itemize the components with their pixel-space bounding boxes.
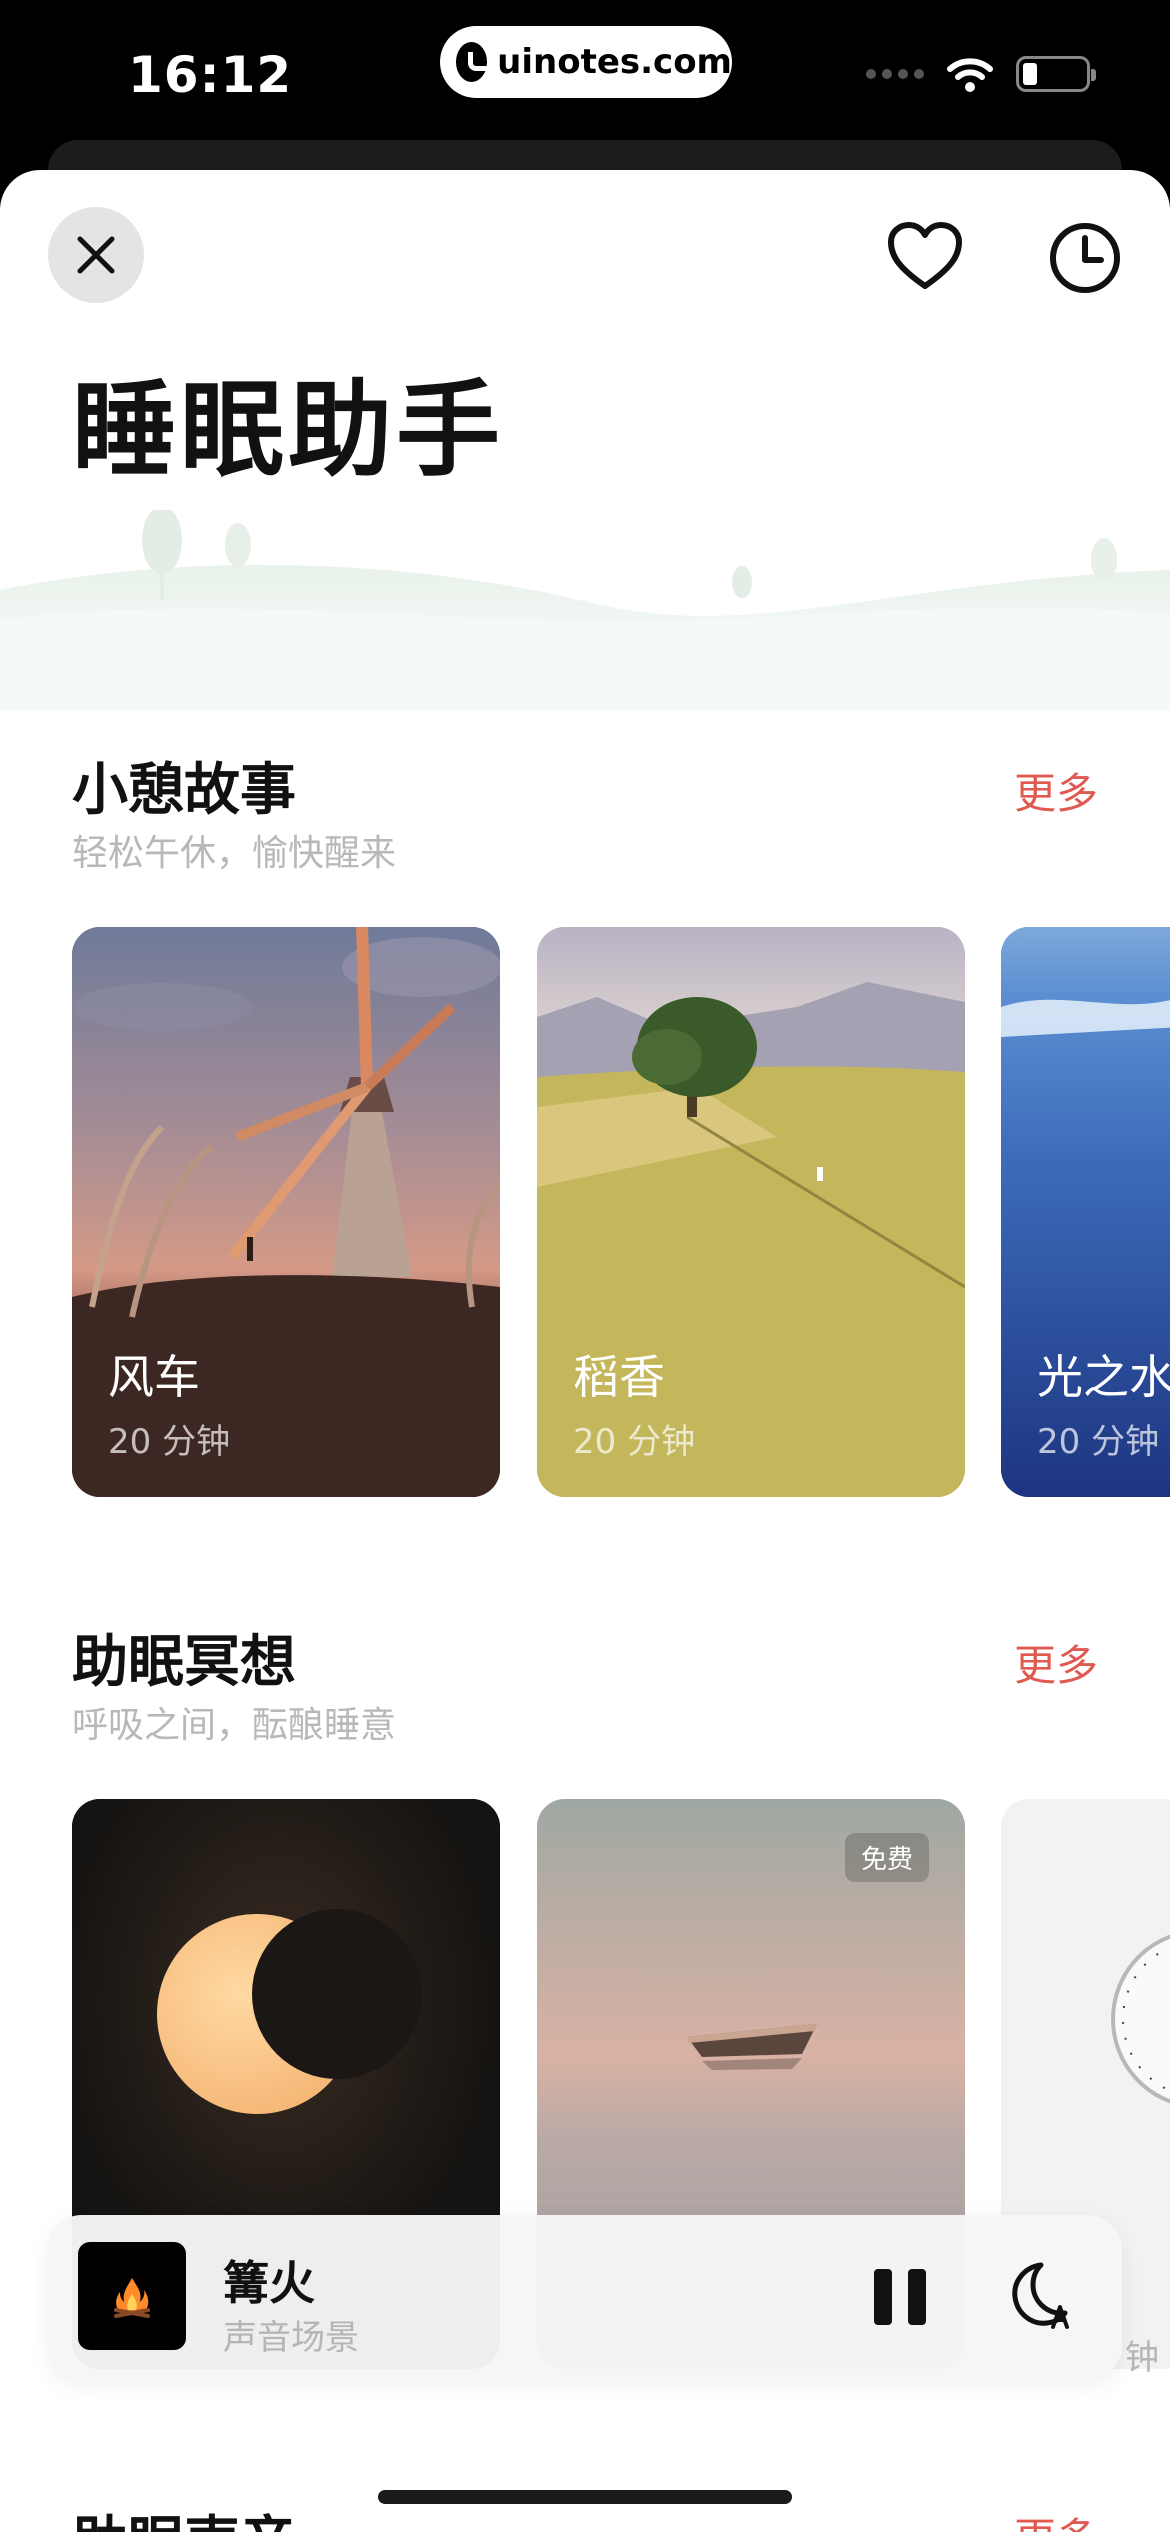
status-bar: 16:12 uinotes.com xyxy=(0,0,1170,150)
url-text: uinotes.com xyxy=(497,42,732,82)
story-card-windmill[interactable]: 风车 20 分钟 xyxy=(72,927,500,1497)
ocean-illustration xyxy=(1001,927,1170,1497)
clock-icon xyxy=(1050,223,1120,293)
battery-icon xyxy=(1016,56,1096,92)
site-logo-icon xyxy=(456,42,495,82)
home-indicator[interactable] xyxy=(378,2490,792,2504)
windmill-illustration xyxy=(72,927,500,1497)
section-subtitle-sleep-meditation: 呼吸之间，酝酿睡意 xyxy=(72,1705,397,1746)
sleep-timer-button[interactable] xyxy=(1003,2259,1077,2333)
card-title: 风车 xyxy=(108,1350,200,1404)
card-duration: 20 分钟 xyxy=(573,1422,696,1462)
heart-icon xyxy=(888,222,962,289)
card-title: 稻香 xyxy=(573,1350,665,1404)
page-title: 睡眠助手 xyxy=(72,369,505,491)
section-subtitle-nap-stories: 轻松午休，愉快醒来 xyxy=(72,833,397,874)
signal-icon xyxy=(866,69,924,79)
more-link-sleep-meditation[interactable]: 更多 xyxy=(1014,1632,1098,1693)
free-badge: 免费 xyxy=(844,1833,929,1882)
peek-duration-text: 钟 xyxy=(1125,2338,1159,2378)
player-title: 篝火 xyxy=(223,2256,315,2310)
card-duration: 20 分钟 xyxy=(1037,1422,1160,1462)
player-subtitle: 声音场景 xyxy=(223,2318,359,2358)
sleep-assistant-sheet: 睡眠助手 小憩故事 轻松午休，愉快醒来 更多 风车 20 分钟 稻香 20 分钟… xyxy=(0,170,1170,2532)
moon-timer-icon xyxy=(1012,2262,1069,2329)
favorites-button[interactable] xyxy=(885,220,965,292)
player-artwork xyxy=(78,2242,186,2350)
card-duration: 20 分钟 xyxy=(108,1422,231,1462)
url-pill[interactable]: uinotes.com xyxy=(440,26,732,98)
section-title-nap-stories: 小憩故事 xyxy=(72,758,296,823)
more-link-sleep-sounds[interactable]: 更多 xyxy=(1014,2505,1098,2532)
campfire-icon xyxy=(114,2278,150,2318)
history-button[interactable] xyxy=(1045,218,1125,298)
status-indicators xyxy=(866,55,1096,93)
rice-field-illustration xyxy=(537,927,965,1497)
section-title-sleep-sounds: 助眠声音 xyxy=(72,2498,296,2532)
hills-illustration xyxy=(0,510,1170,710)
more-link-nap-stories[interactable]: 更多 xyxy=(1014,760,1098,821)
section-title-sleep-meditation: 助眠冥想 xyxy=(72,1630,296,1695)
wifi-icon xyxy=(947,58,993,92)
close-button[interactable] xyxy=(48,207,144,303)
status-time: 16:12 xyxy=(128,46,293,104)
mini-player[interactable]: 篝火 声音场景 xyxy=(48,2215,1122,2380)
story-card-rice-fragrance[interactable]: 稻香 20 分钟 xyxy=(537,927,965,1497)
close-icon xyxy=(77,236,115,274)
story-card-light-water[interactable]: 光之水 20 分钟 xyxy=(1001,927,1170,1497)
pause-button[interactable] xyxy=(868,2265,932,2329)
card-title: 光之水 xyxy=(1037,1350,1170,1404)
